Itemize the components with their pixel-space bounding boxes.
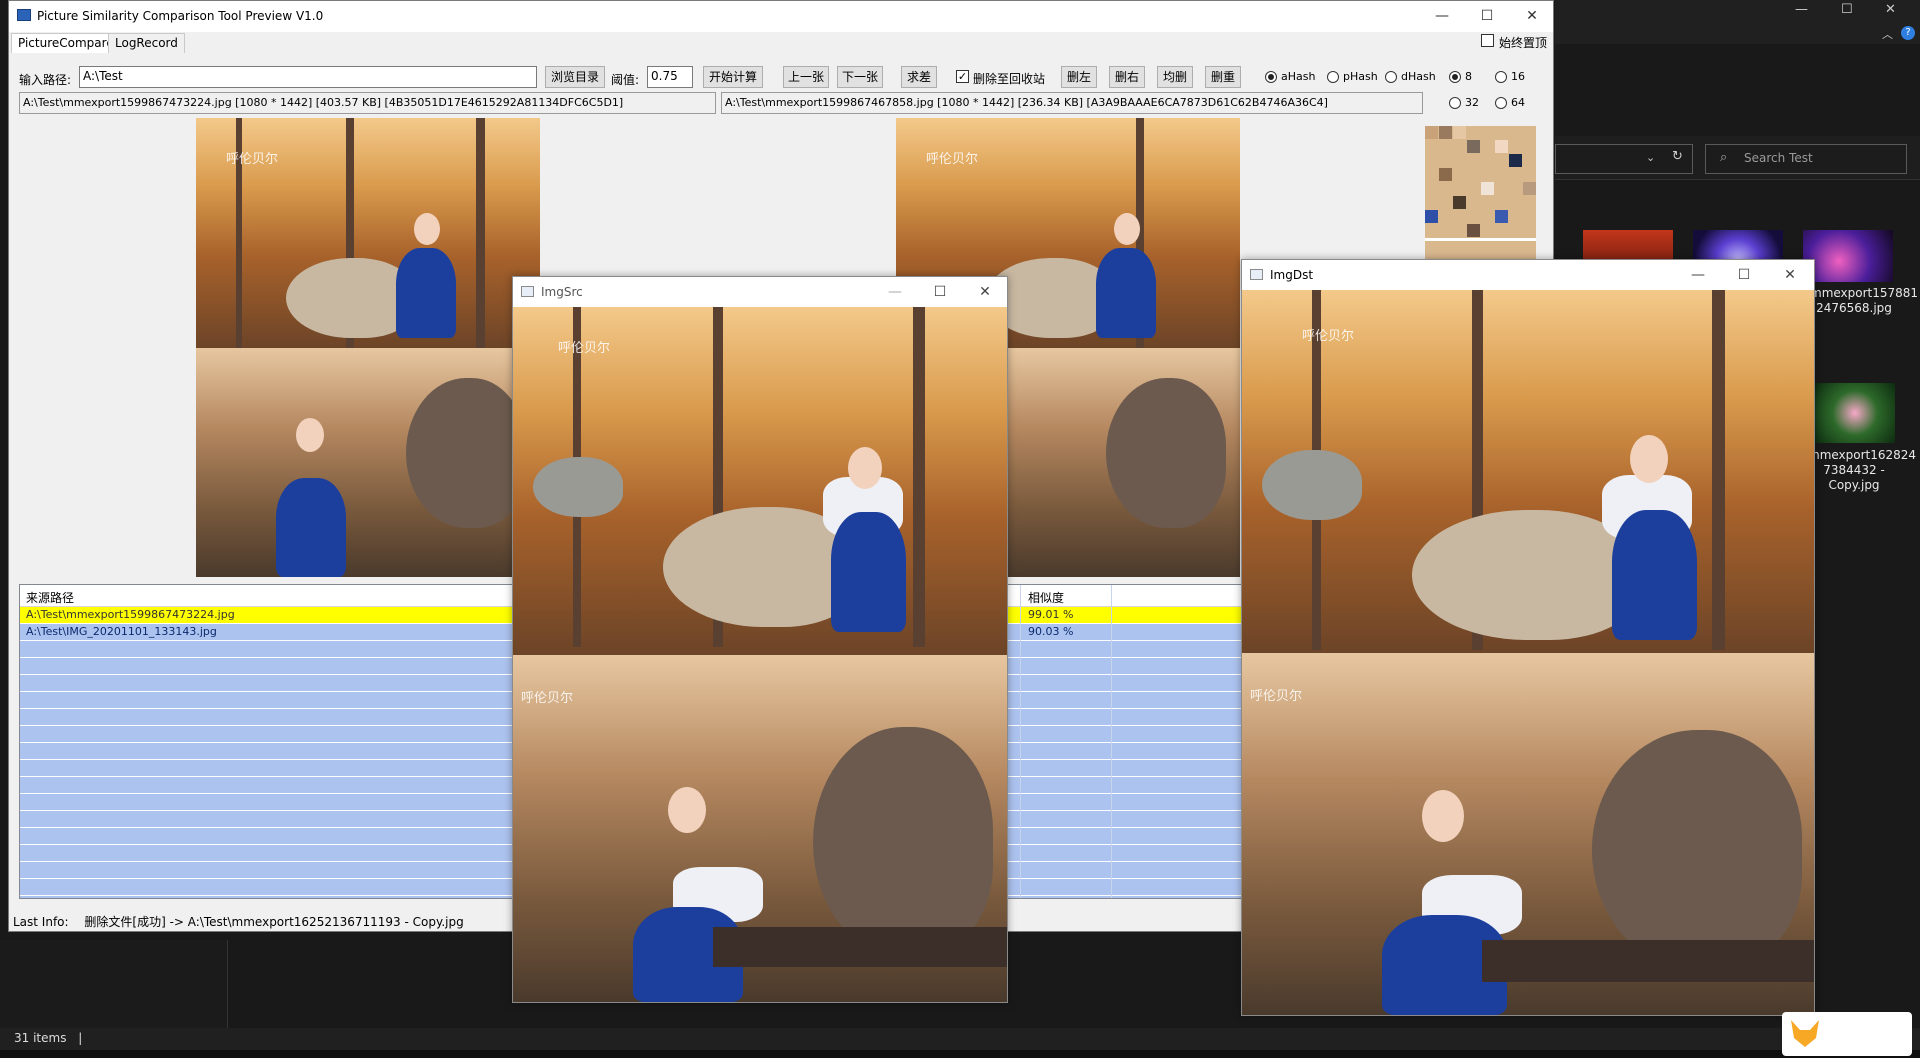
watermark: 呼伦贝尔 bbox=[521, 691, 574, 706]
maximize-button[interactable]: ☐ bbox=[918, 277, 962, 307]
delete-right-button[interactable]: 删右 bbox=[1109, 66, 1145, 88]
watermark: 呼伦贝尔 bbox=[1302, 329, 1355, 344]
phash-radio[interactable] bbox=[1327, 71, 1339, 83]
chevron-down-icon[interactable]: ⌄ bbox=[1646, 151, 1655, 164]
window-title: Picture Similarity Comparison Tool Previ… bbox=[37, 9, 324, 23]
hash-mosaic-preview bbox=[1425, 126, 1536, 261]
minimize-button[interactable]: — bbox=[873, 277, 917, 307]
app-icon bbox=[17, 9, 31, 21]
imgdst-window: ImgDst — ☐ ✕ 呼伦贝尔 呼伦贝尔 bbox=[1241, 259, 1815, 1016]
minimize-button[interactable]: — bbox=[1676, 260, 1720, 290]
dhash-radio[interactable] bbox=[1385, 71, 1397, 83]
imgdst-image[interactable]: 呼伦贝尔 呼伦贝尔 bbox=[1242, 290, 1814, 1015]
tab-picturecompare[interactable]: PictureCompare bbox=[11, 33, 121, 53]
close-button[interactable]: ✕ bbox=[963, 277, 1007, 307]
maximize-button[interactable]: ☐ bbox=[1464, 1, 1510, 32]
explorer-thumb-3[interactable] bbox=[1803, 230, 1893, 282]
left-image[interactable]: 呼伦贝尔 bbox=[196, 118, 540, 577]
explorer-file-label[interactable]: mmexport162824 7384432 - Copy.jpg bbox=[1808, 448, 1916, 493]
site-logo bbox=[1782, 1012, 1912, 1056]
maximize-button[interactable]: ☐ bbox=[1722, 260, 1766, 290]
path-label: 输入路径: bbox=[19, 73, 72, 87]
explorer-thumb-4[interactable] bbox=[1815, 383, 1895, 443]
ahash-label: aHash bbox=[1281, 70, 1316, 83]
explorer-titlebar: — ☐ ✕ ︿ ? bbox=[1555, 0, 1920, 44]
explorer-search-input[interactable]: ⌕ Search Test bbox=[1705, 144, 1907, 174]
main-titlebar: Picture Similarity Comparison Tool Previ… bbox=[9, 1, 1553, 32]
phash-label: pHash bbox=[1343, 70, 1378, 83]
threshold-label: 阈值: bbox=[611, 73, 640, 87]
delete-left-button[interactable]: 删左 bbox=[1061, 66, 1097, 88]
help-icon[interactable]: ? bbox=[1901, 26, 1915, 40]
diff-button[interactable]: 求差 bbox=[901, 66, 937, 88]
status-divider: | bbox=[78, 1031, 83, 1045]
start-button[interactable]: 开始计算 bbox=[703, 66, 763, 88]
row-similarity: 99.01 % bbox=[1028, 608, 1074, 621]
row-path: A:\Test\mmexport1599867473224.jpg bbox=[26, 608, 235, 621]
size-8-label: 8 bbox=[1465, 70, 1472, 83]
size-16-radio[interactable] bbox=[1495, 71, 1507, 83]
prev-button[interactable]: 上一张 bbox=[783, 66, 829, 88]
path-input[interactable]: A:\Test bbox=[79, 66, 537, 88]
row-similarity: 90.03 % bbox=[1028, 625, 1074, 638]
imgdst-titlebar: ImgDst — ☐ ✕ bbox=[1242, 260, 1814, 290]
last-info-bar: Last Info: 删除文件[成功] -> A:\Test\mmexport1… bbox=[13, 913, 464, 930]
explorer-nav-pane bbox=[0, 940, 228, 1028]
left-image-info: A:\Test\mmexport1599867473224.jpg [1080 … bbox=[19, 92, 716, 114]
delete-duplicates-button[interactable]: 删重 bbox=[1205, 66, 1241, 88]
next-button[interactable]: 下一张 bbox=[837, 66, 883, 88]
window-icon bbox=[1250, 269, 1263, 280]
imgsrc-image[interactable]: 呼伦贝尔 呼伦贝尔 bbox=[513, 307, 1007, 1002]
ahash-radio[interactable] bbox=[1265, 71, 1277, 83]
explorer-minimize-button[interactable]: — bbox=[1795, 2, 1808, 17]
search-icon: ⌕ bbox=[1720, 150, 1728, 165]
column-divider bbox=[1020, 585, 1021, 898]
last-info-value: 删除文件[成功] -> A:\Test\mmexport162521367111… bbox=[84, 915, 464, 929]
column-similarity[interactable]: 相似度 bbox=[1028, 589, 1064, 606]
watermark: 呼伦贝尔 bbox=[558, 341, 611, 356]
fox-logo-icon bbox=[1791, 1020, 1819, 1047]
size-8-radio[interactable] bbox=[1449, 71, 1461, 83]
imgsrc-title: ImgSrc bbox=[541, 285, 583, 299]
tab-logrecord[interactable]: LogRecord bbox=[108, 33, 185, 53]
column-divider bbox=[1111, 585, 1112, 898]
explorer-file-label[interactable]: mmexport157881 2476568.jpg bbox=[1810, 286, 1918, 316]
item-count: 31 items bbox=[14, 1031, 67, 1045]
imgsrc-titlebar: ImgSrc — ☐ ✕ bbox=[513, 277, 1007, 307]
explorer-status-bar: 31 items | bbox=[0, 1028, 1920, 1050]
search-placeholder: Search Test bbox=[1744, 151, 1813, 165]
recycle-label: 删除至回收站 bbox=[973, 72, 1046, 86]
imgsrc-window: ImgSrc — ☐ ✕ 呼伦贝尔 呼伦贝尔 bbox=[512, 276, 1008, 1003]
size-16-label: 16 bbox=[1511, 70, 1525, 83]
window-icon bbox=[521, 286, 534, 297]
delete-both-button[interactable]: 均删 bbox=[1157, 66, 1193, 88]
taskbar bbox=[0, 1050, 1920, 1058]
close-button[interactable]: ✕ bbox=[1768, 260, 1812, 290]
refresh-icon[interactable]: ↻ bbox=[1672, 149, 1683, 164]
explorer-address-combo[interactable]: ⌄ ↻ bbox=[1555, 144, 1693, 174]
row-path: A:\Test\IMG_20201101_133143.jpg bbox=[26, 625, 217, 638]
size-64-label: 64 bbox=[1511, 96, 1525, 109]
size-64-radio[interactable] bbox=[1495, 97, 1507, 109]
recycle-checkbox[interactable]: ✓ bbox=[956, 70, 969, 83]
watermark: 呼伦贝尔 bbox=[1250, 689, 1303, 704]
watermark: 呼伦贝尔 bbox=[226, 152, 279, 167]
browse-button[interactable]: 浏览目录 bbox=[545, 66, 605, 88]
explorer-maximize-button[interactable]: ☐ bbox=[1841, 2, 1853, 17]
last-info-label: Last Info: bbox=[13, 915, 69, 929]
always-on-top-checkbox[interactable] bbox=[1481, 34, 1494, 47]
dhash-label: dHash bbox=[1401, 70, 1436, 83]
minimize-button[interactable]: — bbox=[1419, 1, 1465, 32]
size-32-label: 32 bbox=[1465, 96, 1479, 109]
close-button[interactable]: ✕ bbox=[1509, 1, 1555, 32]
imgdst-title: ImgDst bbox=[1270, 268, 1314, 282]
explorer-close-button[interactable]: ✕ bbox=[1885, 2, 1896, 17]
size-32-radio[interactable] bbox=[1449, 97, 1461, 109]
threshold-input[interactable]: 0.75 bbox=[647, 66, 693, 88]
watermark: 呼伦贝尔 bbox=[926, 152, 979, 167]
right-image-info: A:\Test\mmexport1599867467858.jpg [1080 … bbox=[721, 92, 1423, 114]
always-on-top-label: 始终置顶 bbox=[1499, 36, 1548, 50]
column-source-path[interactable]: 来源路径 bbox=[26, 589, 74, 606]
chevron-up-icon[interactable]: ︿ bbox=[1882, 26, 1893, 42]
